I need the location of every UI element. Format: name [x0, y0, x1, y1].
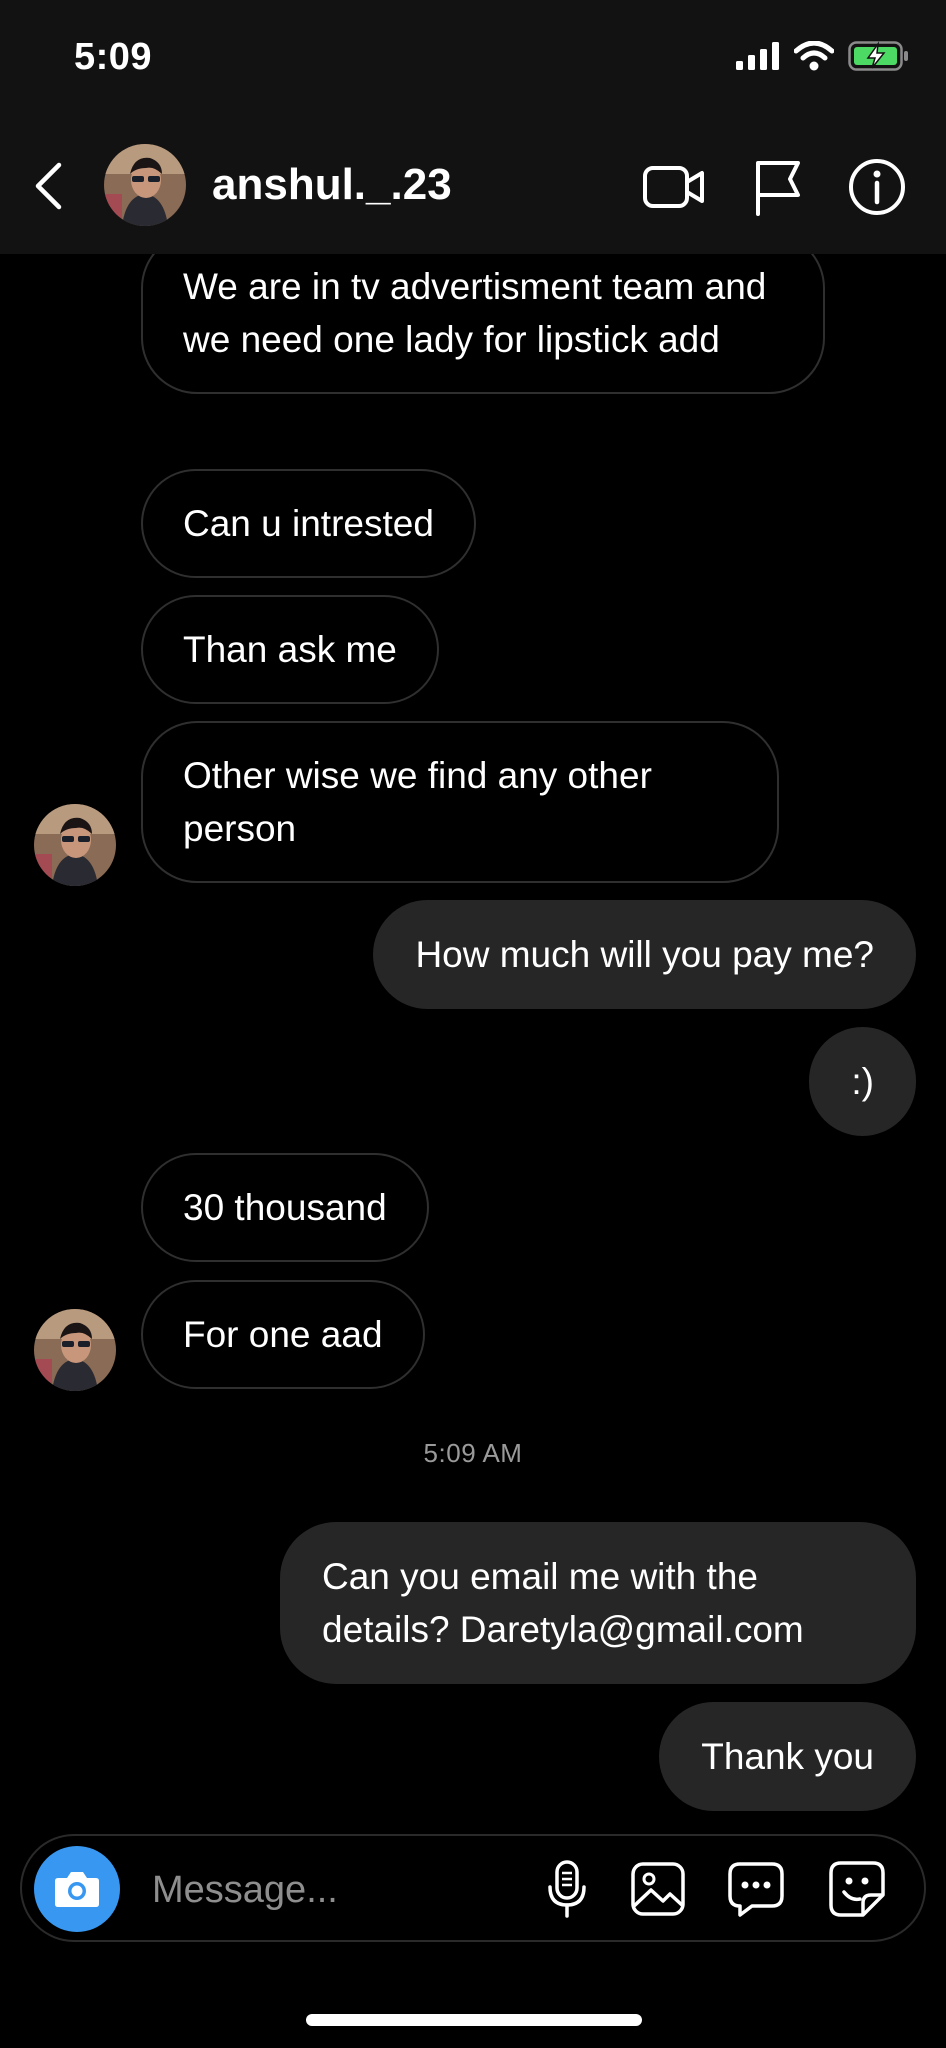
wifi-icon: [793, 40, 835, 76]
back-icon: [35, 162, 62, 210]
message-bubble[interactable]: For one aad: [141, 1280, 425, 1389]
video-call-button[interactable]: [641, 154, 707, 220]
gallery-button[interactable]: [625, 1856, 691, 1922]
chat-bubble-icon: [728, 1862, 784, 1917]
status-time: 5:09: [74, 36, 153, 78]
cellular-signal-icon: [736, 41, 780, 75]
info-icon: [849, 159, 905, 215]
message-bubble[interactable]: :): [809, 1027, 916, 1136]
info-button[interactable]: [844, 154, 910, 220]
camera-button[interactable]: [34, 1846, 120, 1932]
status-bar: 5:09: [0, 0, 946, 120]
camera-icon: [55, 1872, 99, 1907]
back-button[interactable]: [26, 154, 70, 218]
video-call-icon: [643, 166, 704, 208]
microphone-icon: [548, 1860, 586, 1918]
message-bubble[interactable]: How much will you pay me?: [373, 900, 916, 1009]
sender-avatar[interactable]: [34, 804, 116, 886]
sticker-icon: [829, 1861, 885, 1917]
chat-header: anshul._.23: [0, 120, 946, 254]
message-timestamp: 5:09 AM: [423, 1438, 523, 1468]
message-bubble[interactable]: Other wise we find any other person: [141, 721, 779, 883]
message-input[interactable]: [152, 1860, 512, 1920]
header-username[interactable]: anshul._.23: [212, 160, 452, 210]
gallery-icon: [631, 1862, 685, 1916]
message-bubble[interactable]: Than ask me: [141, 595, 439, 704]
message-thread[interactable]: We are in tv advertisment team and we ne…: [0, 254, 946, 1824]
chat-options-button[interactable]: [723, 1856, 789, 1922]
battery-charging-icon: [848, 40, 910, 76]
report-flag-button[interactable]: [745, 154, 811, 220]
message-bubble[interactable]: Thank you: [659, 1702, 916, 1811]
home-indicator[interactable]: [306, 2014, 642, 2026]
message-bubble[interactable]: 30 thousand: [141, 1153, 429, 1262]
message-bubble[interactable]: Can you email me with the details? Daret…: [280, 1522, 916, 1684]
message-bubble[interactable]: Can u intrested: [141, 469, 476, 578]
voice-message-button[interactable]: [534, 1856, 600, 1922]
sender-avatar[interactable]: [34, 1309, 116, 1391]
flag-icon: [756, 161, 800, 216]
message-composer: [20, 1834, 926, 1942]
header-avatar[interactable]: [104, 144, 186, 226]
status-icons: [736, 40, 910, 76]
message-bubble[interactable]: We are in tv advertisment team and we ne…: [141, 254, 825, 394]
sticker-button[interactable]: [824, 1856, 890, 1922]
